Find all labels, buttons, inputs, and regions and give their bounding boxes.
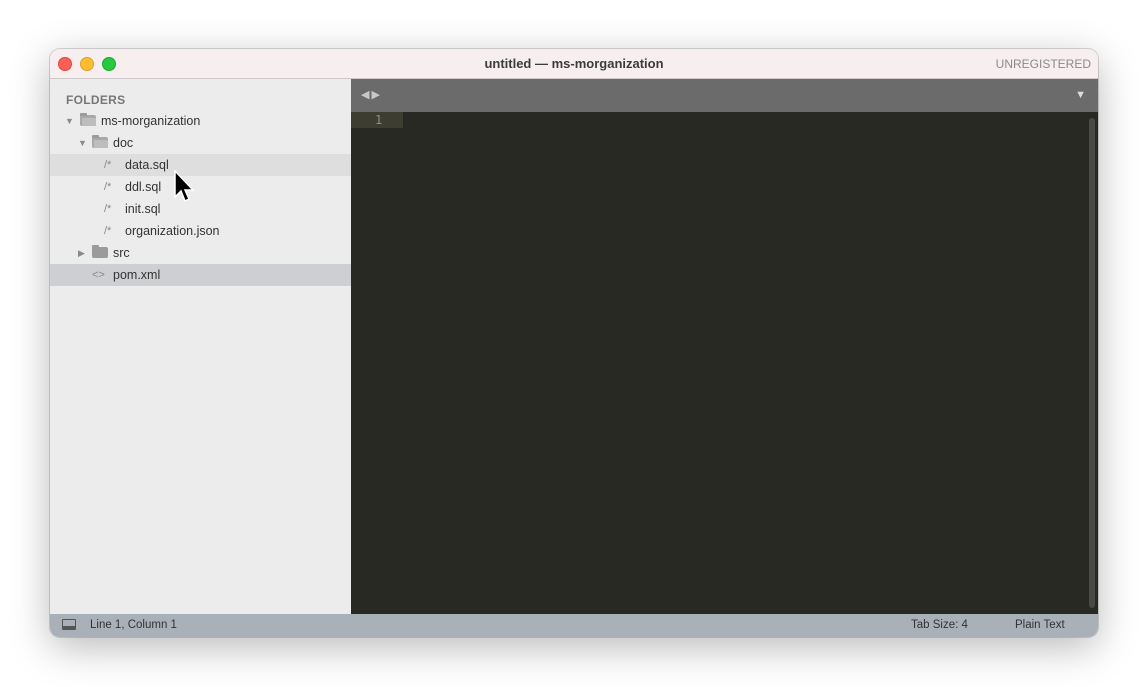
folder-open-icon — [80, 113, 96, 126]
triangle-down-icon[interactable]: ▼ — [78, 138, 87, 148]
line-number: 1 — [375, 113, 383, 127]
vertical-scrollbar[interactable] — [1089, 118, 1095, 608]
folder-label: src — [113, 246, 130, 260]
folder-open-icon — [92, 135, 108, 148]
folder-closed-icon — [92, 245, 108, 258]
cursor-position: Line 1, Column 1 — [90, 619, 177, 631]
file-label: ddl.sql — [125, 180, 162, 194]
current-line-gutter: 1 — [351, 112, 403, 128]
title-bar: untitled — ms-morganization UNREGISTERED — [50, 49, 1098, 79]
file-organization-json[interactable]: /* organization.json — [50, 220, 351, 242]
window-title: untitled — ms-morganization — [484, 56, 664, 71]
file-data-sql[interactable]: /* data.sql — [50, 154, 351, 176]
file-ddl-sql[interactable]: /* ddl.sql — [50, 176, 351, 198]
folder-label: doc — [113, 136, 134, 150]
sidebar: FOLDERS ▼ ms-morganization ▼ doc /* data… — [50, 79, 351, 614]
editor-area[interactable]: 1 — [351, 112, 1098, 614]
comment-file-icon: /* — [104, 159, 112, 171]
next-tab-icon[interactable]: ▶ — [371, 89, 381, 101]
mouse-pointer-icon — [174, 170, 195, 203]
file-label: init.sql — [125, 202, 161, 216]
tab-list-dropdown-icon[interactable]: ▼ — [1075, 89, 1086, 101]
markup-file-icon: <> — [92, 269, 105, 281]
folders-header: FOLDERS — [66, 93, 126, 107]
file-label: data.sql — [125, 158, 169, 172]
folder-src[interactable]: ▶ src — [50, 242, 351, 264]
tab-navigation: ◀▶ — [361, 88, 382, 101]
previous-tab-icon[interactable]: ◀ — [361, 89, 371, 101]
syntax-selector[interactable]: Plain Text — [1015, 619, 1065, 631]
panel-toggle-icon[interactable] — [62, 619, 76, 630]
triangle-right-icon[interactable]: ▶ — [78, 248, 85, 259]
file-label: organization.json — [125, 224, 220, 238]
file-pom-xml[interactable]: <> pom.xml — [50, 264, 351, 286]
comment-file-icon: /* — [104, 225, 112, 237]
folder-label: ms-morganization — [101, 114, 201, 128]
file-init-sql[interactable]: /* init.sql — [50, 198, 351, 220]
tab-size-selector[interactable]: Tab Size: 4 — [911, 619, 968, 631]
folder-doc[interactable]: ▼ doc — [50, 132, 351, 154]
folder-ms-morganization[interactable]: ▼ ms-morganization — [50, 110, 351, 132]
comment-file-icon: /* — [104, 181, 112, 193]
triangle-down-icon[interactable]: ▼ — [65, 116, 74, 126]
unregistered-label: UNREGISTERED — [995, 57, 1091, 71]
status-bar: Line 1, Column 1 Tab Size: 4 Plain Text — [50, 614, 1098, 637]
file-label: pom.xml — [113, 268, 161, 282]
sublime-window: untitled — ms-morganization UNREGISTERED… — [50, 49, 1098, 637]
tab-bar: ◀▶ ▼ — [351, 79, 1098, 112]
comment-file-icon: /* — [104, 203, 112, 215]
